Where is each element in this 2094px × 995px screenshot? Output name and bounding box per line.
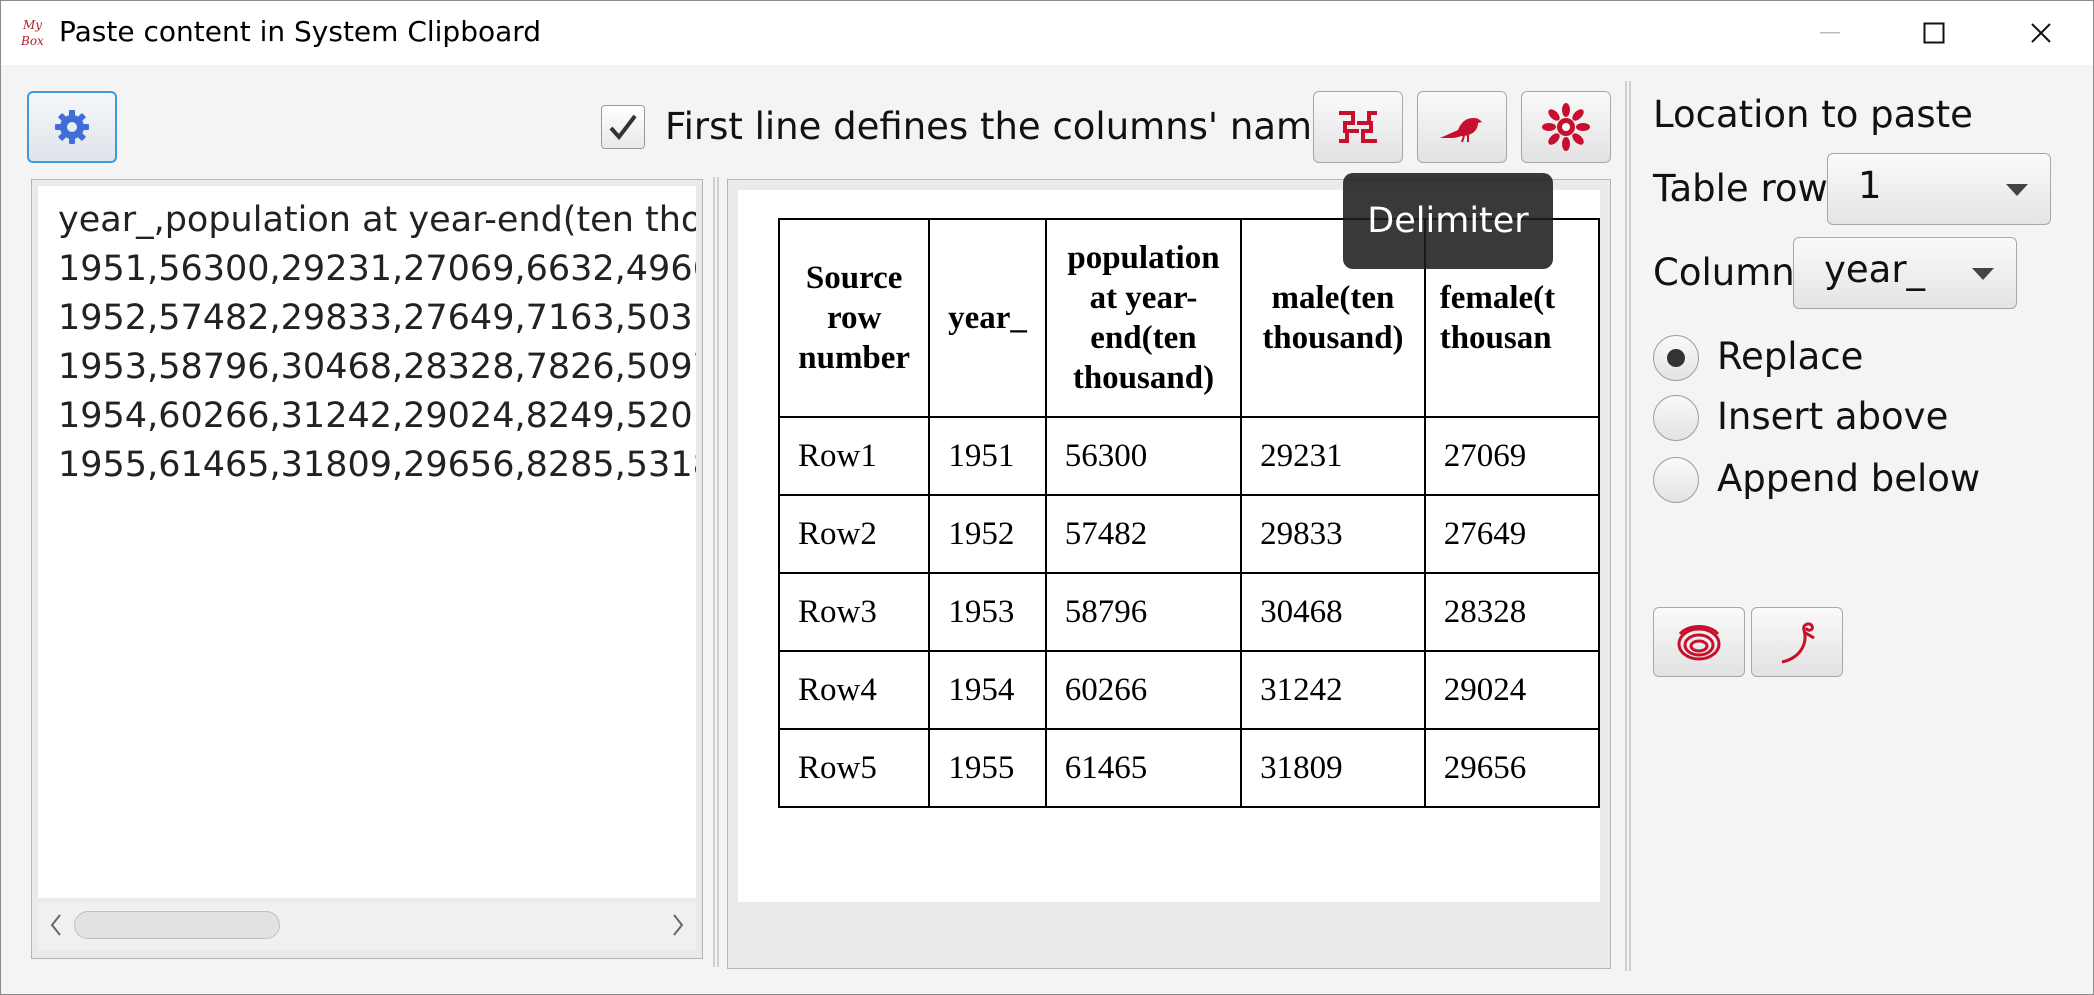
table-preview: Source row number year_ population at ye… [738,190,1600,902]
table-row-label: Table row [1653,167,1828,210]
table-cell: 28328 [1423,572,1600,652]
table-row-value: 1 [1858,164,1882,207]
table-cell: 58796 [1044,572,1243,652]
table-row: Row4 1954 60266 31242 29024 [777,650,1600,730]
options-button[interactable] [27,91,117,163]
column-label: Column [1653,251,1795,294]
location-title: Location to paste [1653,93,1973,136]
chevron-down-icon [2006,184,2028,196]
table-cell: Row1 [777,416,931,496]
replace-label[interactable]: Replace [1717,335,1863,378]
append-below-label[interactable]: Append below [1717,457,1980,500]
window-title: Paste content in System Clipboard [59,15,542,48]
table-row: Row3 1953 58796 30468 28328 [777,572,1600,652]
column-header: year_ [928,218,1047,418]
delimiter-button[interactable] [1313,91,1403,163]
table-cell: 61465 [1044,728,1243,808]
maximize-icon [1923,22,1945,44]
minimize-icon [1820,32,1840,34]
maximize-button[interactable] [1889,1,1979,65]
table-cell: 31242 [1240,650,1426,730]
spiral-icon [1677,625,1721,661]
delimiter-tooltip: Delimiter [1343,173,1553,269]
scrollbar-thumb[interactable] [74,911,280,939]
table-row: Row2 1952 57482 29833 27649 [777,494,1600,574]
column-header: Source row number [777,218,931,418]
table-cell: 1952 [928,494,1047,574]
source-text-panel: year_,population at year-end(ten thou 19… [31,179,703,959]
source-text-area[interactable]: year_,population at year-end(ten thou 19… [38,186,696,898]
mybox-logo-icon: My Box [19,15,53,49]
gear-icon [55,110,89,144]
table-row: Row5 1955 61465 31809 29656 [777,728,1600,808]
table-cell: 29024 [1423,650,1600,730]
cancel-button[interactable] [1751,607,1843,677]
title-bar: My Box Paste content in System Clipboard [1,1,2093,65]
checkmark-icon [609,114,637,141]
table-cell: Row5 [777,728,931,808]
ok-button[interactable] [1653,607,1745,677]
horizontal-scrollbar[interactable] [38,902,696,950]
table-cell: 27649 [1423,494,1600,574]
column-value: year_ [1824,248,1926,291]
text-line: 1953,58796,30468,28328,7826,50970 [58,347,696,387]
insert-above-label[interactable]: Insert above [1717,395,1948,438]
insert-above-radio[interactable] [1653,395,1699,441]
splitter-divider[interactable] [1625,81,1627,971]
table-cell: 27069 [1423,416,1600,496]
data-table: Source row number year_ population at ye… [777,218,1600,808]
scroll-left-icon[interactable] [48,912,64,938]
table-cell: 29656 [1423,728,1600,808]
text-line: 1955,61465,31809,29656,8285,53180 [58,445,696,485]
replace-radio[interactable] [1653,335,1699,381]
table-cell: Row3 [777,572,931,652]
table-cell: 1951 [928,416,1047,496]
close-button[interactable] [1996,1,2086,65]
table-cell: Row4 [777,650,931,730]
table-cell: 30468 [1240,572,1426,652]
first-line-checkbox[interactable] [601,105,645,149]
location-panel: Location to paste Table row 1 Column yea… [1637,81,2077,971]
svg-text:Box: Box [20,34,44,48]
table-cell: 60266 [1044,650,1243,730]
table-cell: 56300 [1044,416,1243,496]
splitter-divider [1629,81,1631,971]
text-line: 1952,57482,29833,27649,7163,50319 [58,298,696,338]
table-cell: 1954 [928,650,1047,730]
table-row: Row1 1951 56300 29231 27069 [777,416,1600,496]
paste-clipboard-window: My Box Paste content in System Clipboard [0,0,2094,995]
splitter-divider[interactable] [713,177,715,967]
splitter-divider [717,177,719,967]
text-line: 1954,60266,31242,29024,8249,52017 [58,396,696,436]
table-cell: 29231 [1240,416,1426,496]
append-below-radio[interactable] [1653,457,1699,503]
text-line: year_,population at year-end(ten thou [58,200,696,240]
column-select[interactable]: year_ [1793,237,2017,309]
chevron-down-icon [1972,268,1994,280]
table-cell: Row2 [777,494,931,574]
delimiter-icon [1339,111,1377,143]
scroll-right-icon[interactable] [670,912,686,938]
close-icon [2031,23,2051,43]
flower-button[interactable] [1521,91,1611,163]
column-header: population at year-end(ten thousand) [1044,218,1243,418]
preview-panel: Source row number year_ population at ye… [727,179,1611,969]
text-line: 1951,56300,29231,27069,6632,49668 [58,249,696,289]
table-cell: 57482 [1044,494,1243,574]
svg-text:My: My [22,18,42,32]
table-row-select[interactable]: 1 [1827,153,2051,225]
bird-button[interactable] [1417,91,1507,163]
table-cell: 31809 [1240,728,1426,808]
flower-icon [1542,103,1590,151]
first-line-label[interactable]: First line defines the columns' names [665,105,1354,148]
minimize-button[interactable] [1785,1,1875,65]
table-cell: 1955 [928,728,1047,808]
table-cell: 29833 [1240,494,1426,574]
table-cell: 1953 [928,572,1047,652]
bird-icon [1440,118,1482,143]
swirl-icon [1781,622,1815,664]
